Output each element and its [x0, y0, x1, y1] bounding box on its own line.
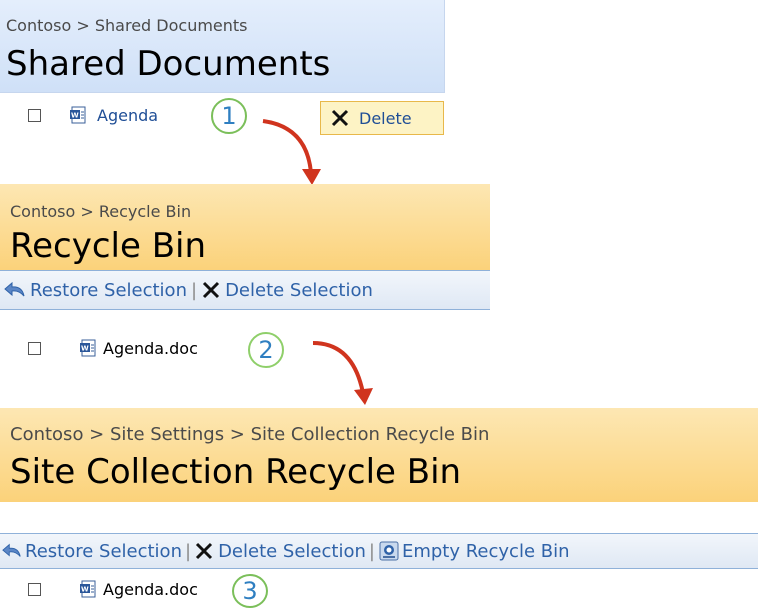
- restore-selection-label: Restore Selection: [25, 540, 182, 562]
- recycle-bin-panel: Contoso > Recycle Bin Recycle Bin Restor…: [0, 184, 490, 369]
- step-1-badge: 1: [211, 98, 247, 134]
- toolbar-separator: |: [368, 540, 375, 562]
- page-title: Recycle Bin: [10, 226, 207, 266]
- word-doc-icon: W: [80, 580, 96, 598]
- step-2-badge: 2: [248, 332, 284, 368]
- breadcrumb[interactable]: Contoso > Recycle Bin: [10, 202, 191, 221]
- breadcrumb[interactable]: Contoso > Site Settings > Site Collectio…: [10, 424, 489, 445]
- toolbar: Restore Selection | Delete Selection: [0, 270, 490, 310]
- item-checkbox[interactable]: [28, 582, 41, 596]
- svg-text:W: W: [71, 112, 79, 120]
- list-item: W Agenda.doc: [28, 578, 198, 600]
- restore-selection-button[interactable]: Restore Selection: [2, 541, 182, 562]
- document-link[interactable]: Agenda: [97, 106, 158, 125]
- restore-arrow-icon: [2, 543, 21, 557]
- step-3-badge: 3: [232, 574, 268, 608]
- document-name[interactable]: Agenda.doc: [103, 580, 198, 599]
- toolbar-separator: |: [184, 540, 192, 562]
- word-doc-icon: W: [80, 339, 96, 357]
- delete-selection-label: Delete Selection: [225, 279, 373, 301]
- toolbar-separator: |: [190, 279, 198, 301]
- shared-documents-panel: Contoso > Shared Documents Shared Docume…: [0, 0, 445, 140]
- svg-text:W: W: [81, 586, 89, 594]
- restore-selection-label: Restore Selection: [30, 279, 187, 301]
- list-item: W Agenda: [28, 104, 158, 126]
- item-checkbox[interactable]: [28, 108, 41, 122]
- item-checkbox[interactable]: [28, 341, 41, 355]
- curved-arrow-icon: [312, 341, 373, 405]
- page-title: Shared Documents: [6, 44, 331, 84]
- delete-selection-label: Delete Selection: [218, 540, 366, 562]
- restore-selection-button[interactable]: Restore Selection: [4, 280, 187, 301]
- empty-bin-icon: [379, 541, 399, 561]
- site-collection-recycle-bin-header: Contoso > Site Settings > Site Collectio…: [0, 408, 758, 502]
- curved-arrow-icon: [262, 119, 321, 185]
- recycle-bin-header: Contoso > Recycle Bin Recycle Bin: [0, 184, 490, 270]
- toolbar: Restore Selection | Delete Selection | E…: [0, 533, 758, 569]
- document-name[interactable]: Agenda.doc: [103, 339, 198, 358]
- svg-text:W: W: [81, 345, 89, 353]
- delete-label: Delete: [359, 108, 412, 128]
- empty-recycle-bin-label: Empty Recycle Bin: [401, 540, 570, 562]
- delete-x-icon: [203, 281, 220, 299]
- delete-x-icon: [196, 542, 213, 560]
- site-collection-recycle-bin-panel: Contoso > Site Settings > Site Collectio…: [0, 408, 758, 608]
- page-title: Site Collection Recycle Bin: [10, 452, 462, 492]
- empty-recycle-bin-button[interactable]: Empty Recycle Bin: [378, 540, 570, 562]
- list-item: W Agenda.doc: [28, 337, 198, 359]
- delete-selection-button[interactable]: Delete Selection: [201, 280, 373, 301]
- restore-arrow-icon: [4, 281, 25, 297]
- delete-button[interactable]: Delete: [320, 101, 444, 135]
- delete-selection-button[interactable]: Delete Selection: [194, 541, 366, 562]
- breadcrumb[interactable]: Contoso > Shared Documents: [6, 16, 248, 35]
- shared-documents-header: Contoso > Shared Documents Shared Docume…: [0, 0, 445, 93]
- word-doc-icon: W: [70, 106, 86, 124]
